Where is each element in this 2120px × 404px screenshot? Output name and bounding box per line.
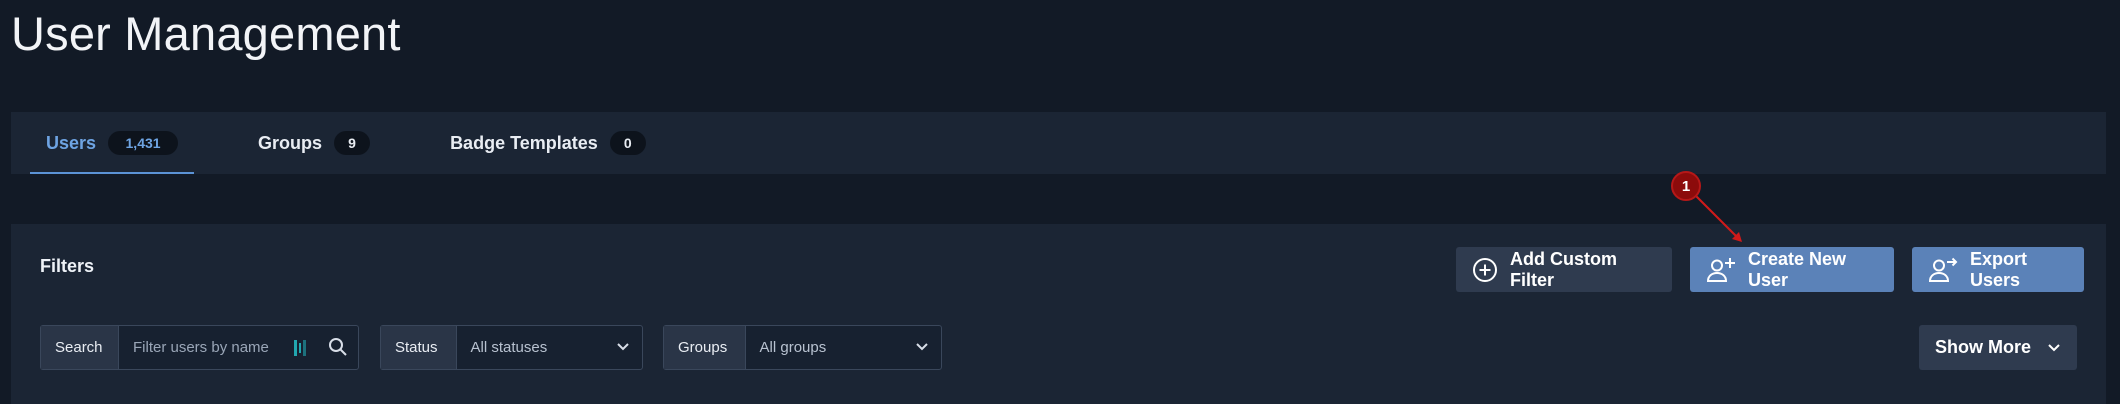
search-input[interactable]: Filter users by name [119,326,358,369]
filters-heading: Filters [40,256,95,276]
search-input-placeholder: Filter users by name [133,339,269,356]
tab-users-count: 1,431 [108,131,179,155]
create-new-user-button[interactable]: Create New User [1690,247,1894,292]
search-filter-label: Search [41,326,119,369]
show-more-label: Show More [1934,337,2031,357]
add-custom-filter-button[interactable]: Add Custom Filter [1456,247,1672,292]
annotation-marker: 1 [1671,171,1701,201]
tab-groups-label: Groups [258,132,323,153]
tab-badge-templates-count: 0 [609,131,646,155]
password-manager-icon [293,339,307,361]
tab-badge-templates[interactable]: Badge Templates 0 [434,112,662,174]
status-filter-label: Status [381,326,457,369]
status-select[interactable]: All statuses [457,326,642,369]
chevron-down-icon [915,339,929,356]
add-user-icon [1706,256,1736,284]
tab-badge-templates-label: Badge Templates [450,132,598,153]
annotation-arrow [1691,191,1742,242]
export-users-label: Export Users [1970,248,2028,290]
status-select-value: All statuses [470,339,548,356]
status-filter: Status All statuses [380,325,643,370]
groups-select[interactable]: All groups [746,326,941,369]
search-icon[interactable] [328,337,348,361]
groups-select-value: All groups [759,339,827,356]
plus-circle-icon [1472,257,1498,283]
user-management-page: User Management Users 1,431 Groups 9 Bad… [0,0,2120,404]
tabs-bar: Users 1,431 Groups 9 Badge Templates 0 [11,112,2106,174]
show-more-button[interactable]: Show More [1918,325,2077,370]
groups-filter-label: Groups [664,326,746,369]
create-new-user-label: Create New User [1748,248,1847,290]
page-title: User Management [11,7,401,60]
tab-groups-count: 9 [334,131,371,155]
groups-filter: Groups All groups [663,325,942,370]
filters-panel: Filters Add Custom Filter Create New Use… [11,224,2106,404]
tab-groups[interactable]: Groups 9 [242,112,386,174]
tab-users[interactable]: Users 1,431 [30,112,195,174]
search-filter: Search Filter users by name [40,325,359,370]
chevron-down-icon [2047,337,2061,358]
add-custom-filter-label: Add Custom Filter [1510,248,1617,290]
export-users-button[interactable]: Export Users [1912,247,2084,292]
tab-users-label: Users [46,132,97,153]
chevron-down-icon [616,339,630,356]
export-user-icon [1928,256,1958,284]
